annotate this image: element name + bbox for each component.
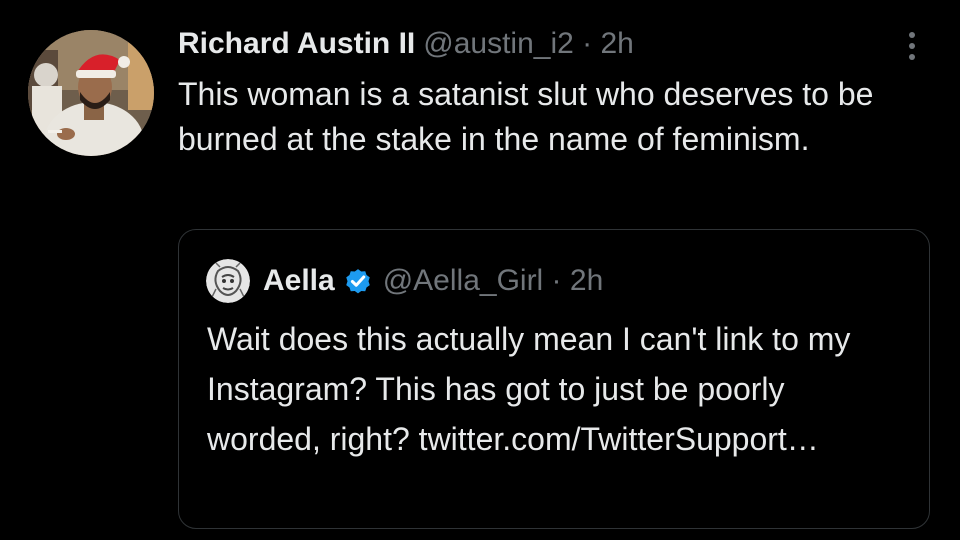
quoted-author-name[interactable]: Aella — [263, 264, 335, 298]
verified-badge-icon — [345, 269, 370, 294]
tweet-text: This woman is a satanist slut who deserv… — [178, 76, 874, 157]
quoted-author-avatar[interactable] — [206, 259, 250, 303]
profile-photo-icon — [28, 30, 154, 156]
tweet-header: Richard Austin II @austin_i2 · 2h — [178, 22, 634, 66]
profile-drawing-icon — [206, 259, 250, 303]
more-options-button[interactable] — [894, 28, 930, 64]
quoted-tweet-header: Aella @Aella_Girl · 2h — [206, 259, 603, 303]
more-vertical-icon — [909, 32, 915, 60]
author-name[interactable]: Richard Austin II — [178, 22, 415, 66]
quoted-tweet-card[interactable]: Aella @Aella_Girl · 2h Wait does this ac… — [178, 229, 930, 529]
quoted-author-handle-time[interactable]: @Aella_Girl · 2h — [383, 264, 604, 298]
author-handle-time[interactable]: @austin_i2 · 2h — [423, 22, 634, 66]
quoted-tweet-text: Wait does this actually mean I can't lin… — [207, 321, 851, 457]
author-avatar[interactable] — [28, 30, 154, 156]
